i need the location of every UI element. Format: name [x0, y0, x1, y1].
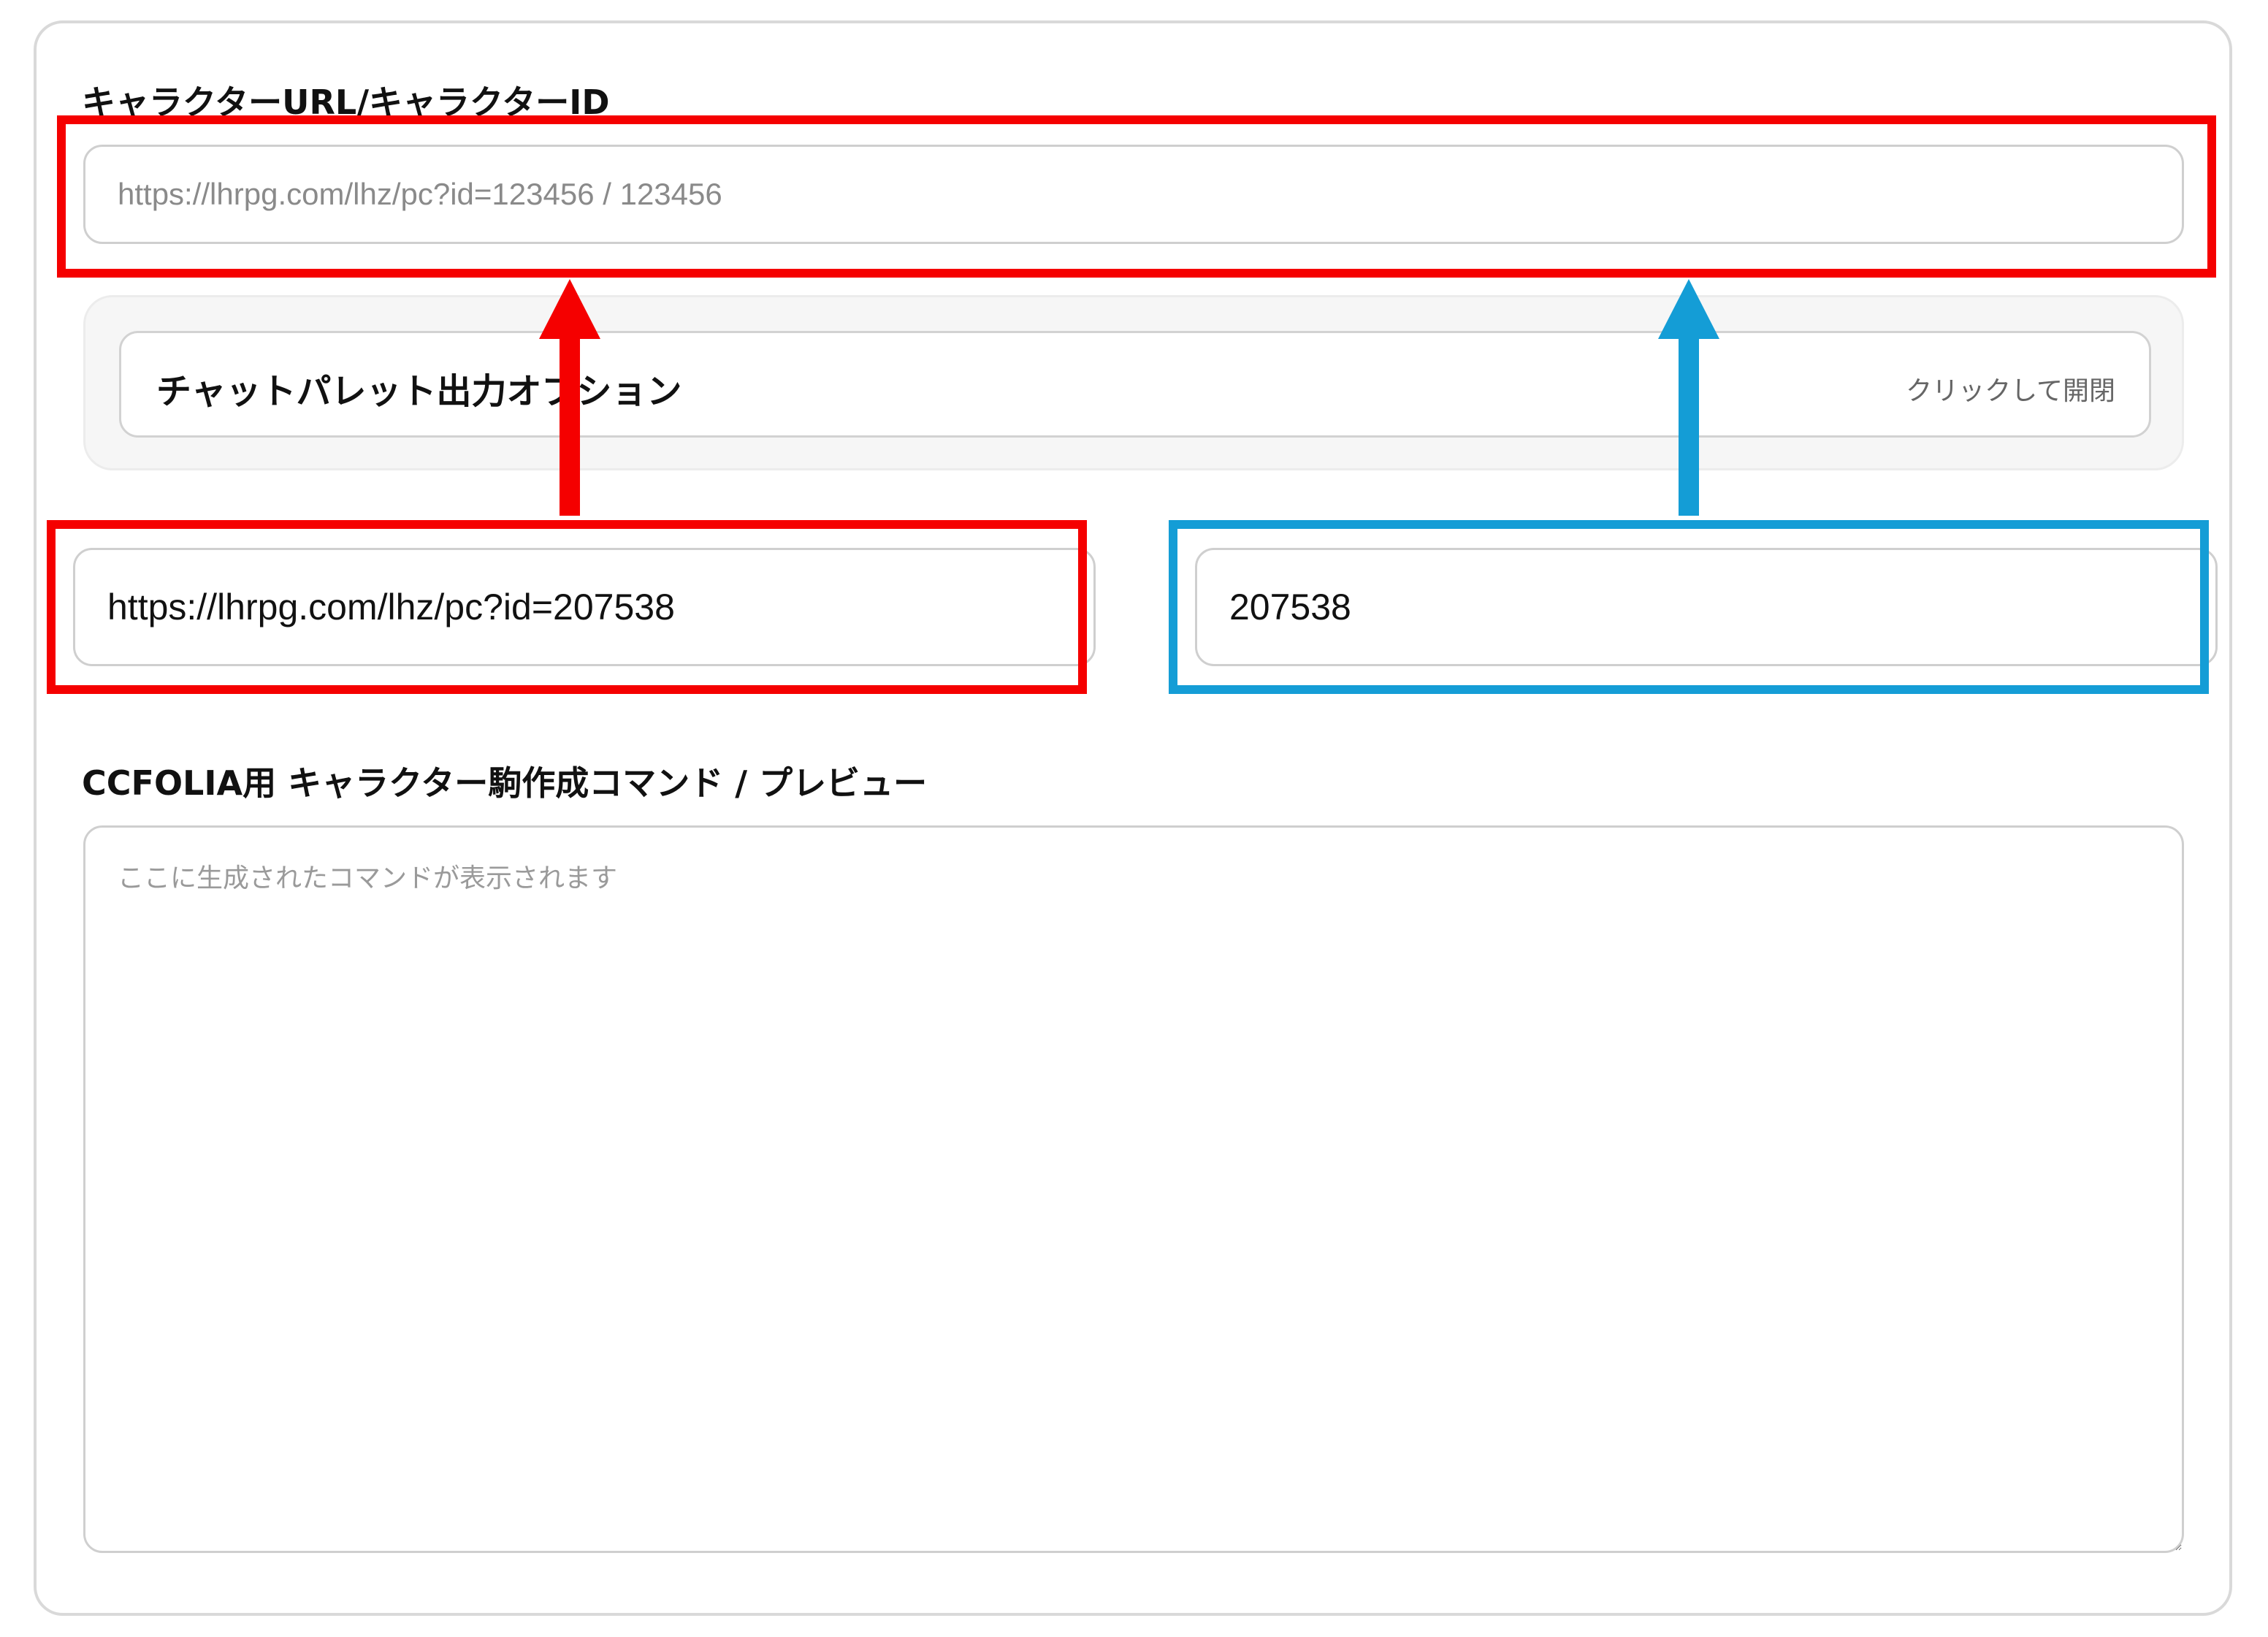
example-url-input[interactable] [73, 548, 1096, 666]
command-preview-textarea[interactable] [83, 825, 2184, 1553]
chat-palette-options-title: チャットパレット出力オプション [156, 371, 682, 412]
toggle-hint: クリックして開閉 [1906, 376, 2115, 406]
example-id-input[interactable] [1195, 548, 2218, 666]
command-preview-label: CCFOLIA用 キャラクター駒作成コマンド / プレビュー [82, 763, 928, 803]
character-url-input[interactable] [83, 145, 2184, 244]
character-input-label: キャラクターURL/キャラクターID [82, 83, 610, 122]
chat-palette-options-panel: チャットパレット出力オプション クリックして開閉 [83, 295, 2184, 470]
chat-palette-options-toggle[interactable]: チャットパレット出力オプション クリックして開閉 [119, 331, 2151, 438]
